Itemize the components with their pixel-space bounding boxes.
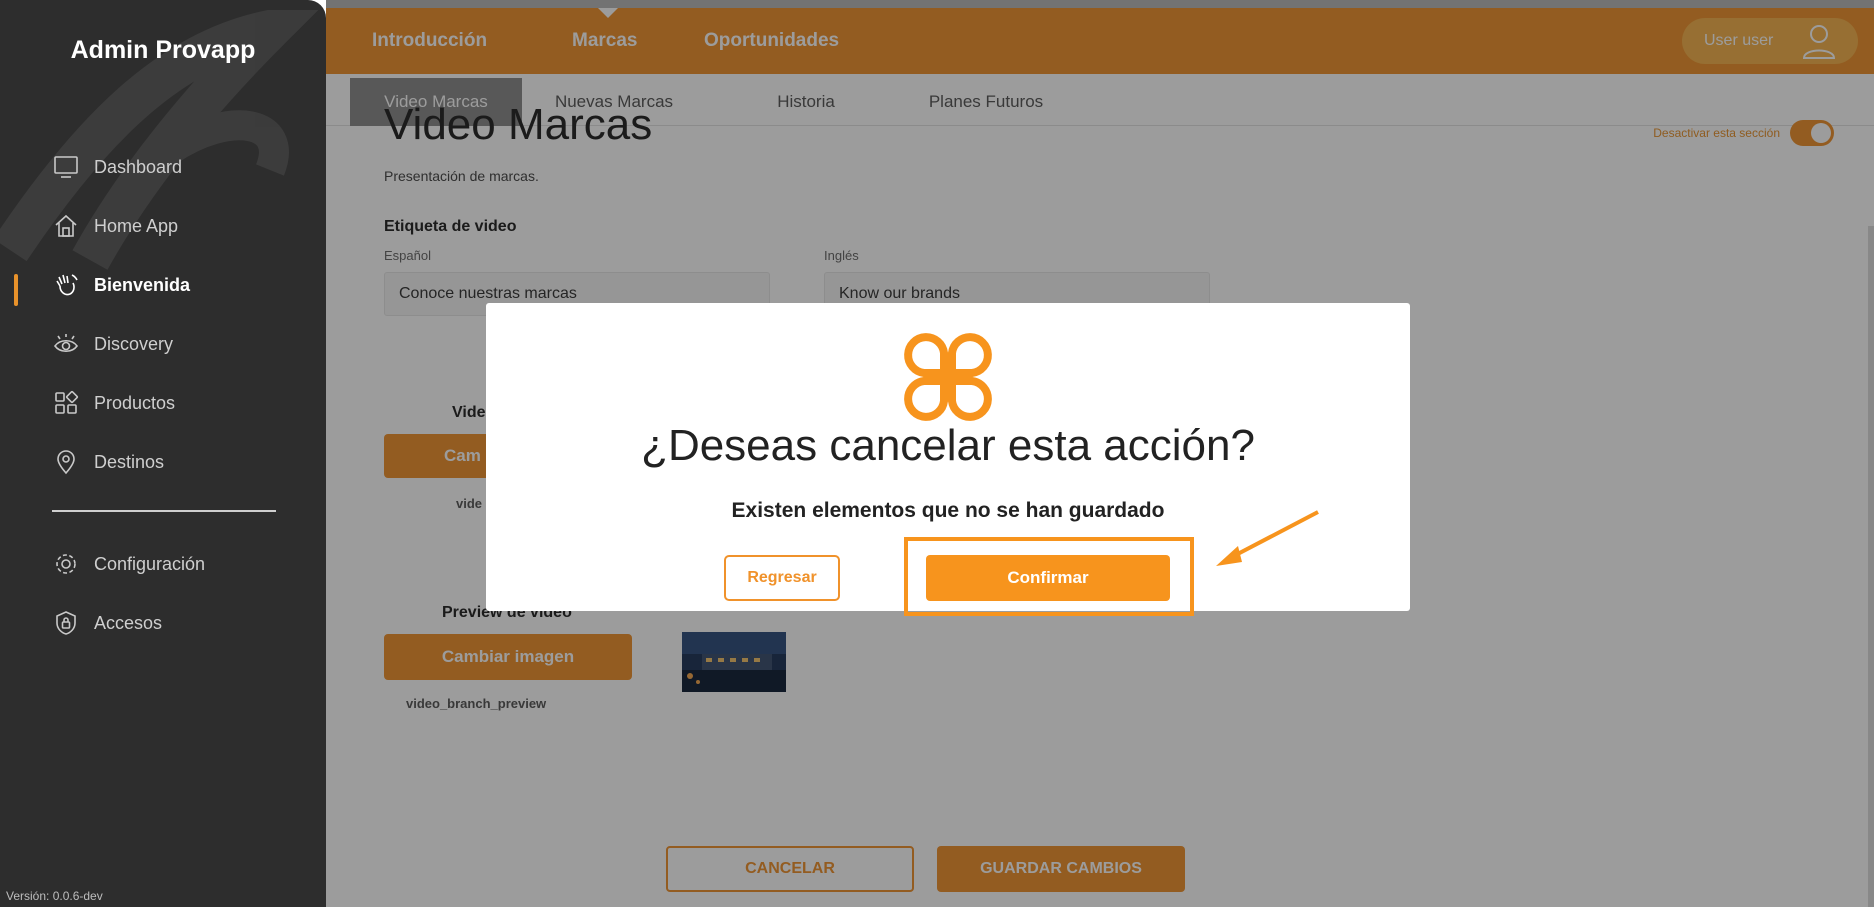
pointer-arrow-icon [1216, 510, 1319, 566]
active-indicator [14, 274, 18, 306]
sidebar-item-discovery[interactable]: Discovery [52, 327, 173, 361]
sidebar-item-label: Bienvenida [94, 274, 191, 295]
sidebar-item-accesos[interactable]: Accesos [52, 606, 162, 640]
confirm-highlight-box [904, 537, 1194, 616]
monitor-icon [52, 153, 80, 181]
sidebar-item-label: Accesos [94, 612, 163, 633]
sidebar-item-label: Productos [94, 392, 176, 413]
sidebar-item-destinos[interactable]: Destinos [52, 445, 164, 479]
sidebar-item-configuracion[interactable]: Configuración [52, 547, 205, 581]
location-pin-icon [52, 448, 80, 476]
modal-title: ¿Deseas cancelar esta acción? [641, 421, 1255, 470]
sidebar-item-dashboard[interactable]: Dashboard [52, 150, 182, 184]
sidebar: Admin Provapp Dashboard Home App Bienven… [0, 0, 326, 907]
sidebar-divider [52, 510, 276, 512]
sidebar-item-label: Discovery [94, 333, 174, 354]
wave-hand-icon [52, 271, 80, 299]
sidebar-item-label: Configuración [94, 553, 206, 574]
sidebar-item-label: Dashboard [94, 156, 183, 177]
sidebar-item-label: Destinos [94, 451, 165, 472]
grid-shapes-icon [52, 389, 80, 417]
back-button[interactable]: Regresar [724, 555, 840, 601]
gear-icon [52, 550, 80, 578]
sidebar-item-productos[interactable]: Productos [52, 386, 175, 420]
shield-lock-icon [52, 609, 80, 637]
sidebar-item-bienvenida[interactable]: Bienvenida [52, 268, 190, 302]
clover-logo-icon [904, 333, 992, 421]
sidebar-item-home-app[interactable]: Home App [52, 209, 178, 243]
sidebar-item-label: Home App [94, 215, 179, 236]
eye-icon [52, 330, 80, 358]
version-label: Versión: 0.0.6-dev [6, 889, 103, 903]
home-icon [52, 212, 80, 240]
app-title: Admin Provapp [70, 36, 256, 64]
